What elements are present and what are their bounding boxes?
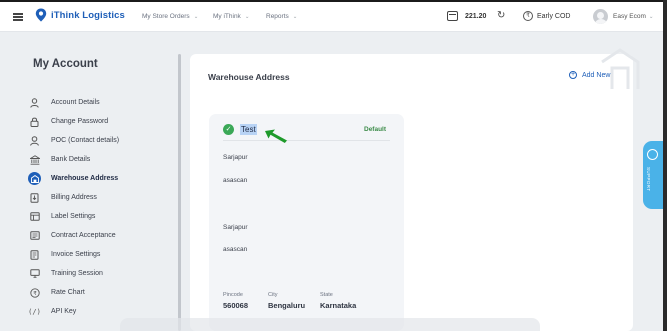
sidebar-item-account-details[interactable]: Account Details [28, 94, 173, 111]
address-line-1: Sarjapur [223, 154, 248, 161]
sidebar-item-warehouse-address[interactable]: Warehouse Address [28, 170, 173, 187]
wallet-balance: 221.20 [465, 13, 487, 20]
nav-my-store-orders[interactable]: My Store Orders ⌄ [142, 13, 198, 20]
bottom-overlay [120, 318, 540, 331]
address-line-4: asascan [223, 246, 248, 253]
sidebar-item-bank-details[interactable]: Bank Details [28, 151, 173, 168]
state-value: Karnataka [320, 301, 357, 310]
sidebar-item-change-password[interactable]: Change Password [28, 113, 173, 130]
svg-text:₹: ₹ [33, 290, 37, 297]
state-label: State [320, 292, 333, 298]
city-label: City [268, 292, 278, 298]
sidebar-item-rate-chart[interactable]: ₹ Rate Chart [28, 284, 173, 301]
chevron-down-icon: ⌄ [292, 13, 298, 20]
house-watermark-icon [601, 48, 640, 89]
address-card[interactable]: ✓ Test Default Sarjapur asascan Sarjapur… [209, 114, 404, 331]
label-icon [28, 210, 41, 223]
top-header: iThink Logistics My Store Orders ⌄ My iTh… [0, 2, 663, 32]
sidebar-item-training-session[interactable]: Training Session [28, 265, 173, 282]
rupee-icon: ₹ [523, 11, 533, 21]
avatar[interactable] [593, 9, 608, 24]
invoice-icon [28, 248, 41, 261]
address-name: Test [240, 124, 257, 135]
refresh-icon[interactable]: ↻ [497, 11, 505, 21]
address-line-2: asascan [223, 177, 248, 184]
contact-icon [28, 134, 41, 147]
wallet-icon[interactable] [447, 11, 458, 21]
sidebar-item-contract-acceptance[interactable]: Contract Acceptance [28, 227, 173, 244]
pincode-value: 560068 [223, 301, 249, 310]
user-menu[interactable]: Easy Ecom ⌄ [613, 13, 653, 20]
logo-text: iThink Logistics [51, 9, 125, 21]
chevron-down-icon: ⌄ [648, 14, 654, 20]
user-icon [28, 96, 41, 109]
address-line-3: Sarjapur [223, 224, 248, 231]
sidebar-item-billing-address[interactable]: Billing Address [28, 189, 173, 206]
nav-my-ithink[interactable]: My iThink ⌄ [213, 13, 249, 20]
city-value: Bengaluru [268, 301, 306, 310]
support-tab[interactable]: SUPPORT [643, 141, 663, 209]
check-circle-icon: ✓ [223, 124, 234, 135]
sidebar-scrollbar[interactable] [178, 54, 181, 331]
warehouse-icon [28, 172, 41, 185]
lock-icon [28, 115, 41, 128]
nav-reports[interactable]: Reports ⌄ [266, 13, 297, 20]
window-right-edge [663, 0, 667, 331]
billing-icon [28, 191, 41, 204]
support-label: SUPPORT [646, 167, 651, 192]
sidebar-item-poc[interactable]: POC (Contact details) [28, 132, 173, 149]
support-icon [647, 149, 658, 160]
warehouse-address-panel: Warehouse Address + Add New ✓ Test Defau… [190, 48, 640, 331]
add-new-button[interactable]: + Add New [569, 71, 610, 79]
code-icon: (/) [28, 307, 41, 316]
location-pin-icon [35, 8, 47, 22]
contract-icon [28, 229, 41, 242]
chevron-down-icon: ⌄ [193, 13, 199, 20]
early-cod-link[interactable]: Early COD [537, 13, 570, 20]
sidebar-title: My Account [33, 58, 98, 70]
bank-icon [28, 153, 41, 166]
logo[interactable]: iThink Logistics [35, 8, 125, 22]
pointer-arrow-icon [265, 129, 287, 143]
pincode-label: Pincode [223, 292, 243, 298]
chevron-down-icon: ⌄ [244, 13, 250, 20]
plus-circle-icon: + [569, 71, 577, 79]
sidebar-item-label-settings[interactable]: Label Settings [28, 208, 173, 225]
default-badge: Default [364, 126, 387, 133]
menu-icon[interactable] [13, 13, 23, 21]
rupee-icon: ₹ [28, 286, 41, 299]
sidebar-item-invoice-settings[interactable]: Invoice Settings [28, 246, 173, 263]
page-title: Warehouse Address [208, 72, 290, 82]
card-divider [223, 140, 390, 141]
monitor-icon [28, 267, 41, 280]
